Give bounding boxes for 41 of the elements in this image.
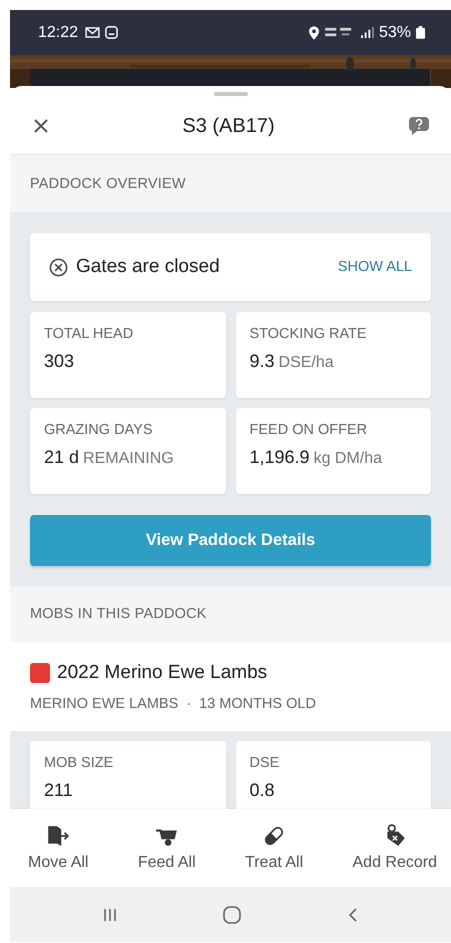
stat-label: MOB SIZE xyxy=(44,755,114,771)
status-time: 12:22 xyxy=(38,24,78,42)
cross-circle-icon xyxy=(49,258,68,276)
mail-icon xyxy=(85,27,100,38)
stat-label: STOCKING RATE xyxy=(250,326,368,342)
action-button[interactable]: Treat All xyxy=(241,809,308,887)
sheet-title: S3 (AB17) xyxy=(182,114,275,138)
action-button[interactable]: Feed All xyxy=(134,809,200,887)
stat-value: 303 xyxy=(44,351,74,372)
mob-breed: MERINO EWE LAMBS xyxy=(30,696,178,712)
message-icon xyxy=(105,26,118,39)
stat-value: 9.3 xyxy=(250,351,275,372)
mob-name[interactable]: 2022 Merino Ewe Lambs xyxy=(57,662,268,684)
gate-status: Gates are closed xyxy=(76,256,220,278)
exit-door-icon xyxy=(46,824,70,848)
recent-apps-icon[interactable] xyxy=(102,906,118,922)
stat-label: GRAZING DAYS xyxy=(44,422,154,438)
stat-unit: kg DM/ha xyxy=(314,450,382,468)
mob-age: 13 MONTHS OLD xyxy=(199,696,316,712)
separator-dot: · xyxy=(186,696,192,712)
show-all-link[interactable]: SHOW ALL xyxy=(338,259,412,275)
help-button[interactable] xyxy=(408,117,429,135)
stat-label: TOTAL HEAD xyxy=(44,326,134,342)
stat-value: 1,196.9 xyxy=(250,447,310,468)
stat-label: FEED ON OFFER xyxy=(250,422,368,438)
battery-percent: 53% xyxy=(378,24,411,42)
stat-unit: REMAINING xyxy=(83,450,174,468)
stat-label: DSE xyxy=(250,755,280,771)
home-icon[interactable] xyxy=(222,904,242,924)
battery-icon xyxy=(416,26,425,39)
stat-unit: DSE/ha xyxy=(278,354,334,372)
action-button[interactable]: Add Record xyxy=(348,809,441,887)
location-icon xyxy=(308,26,319,40)
back-icon[interactable] xyxy=(346,906,359,922)
stat-value: 211 xyxy=(44,780,73,801)
action-button[interactable]: Move All xyxy=(24,809,92,887)
signal-icon xyxy=(360,27,374,38)
drag-handle[interactable] xyxy=(214,92,248,96)
stat-value: 21 d xyxy=(44,447,80,468)
stat-value: 0.8 xyxy=(250,780,275,801)
close-button[interactable] xyxy=(34,119,48,133)
